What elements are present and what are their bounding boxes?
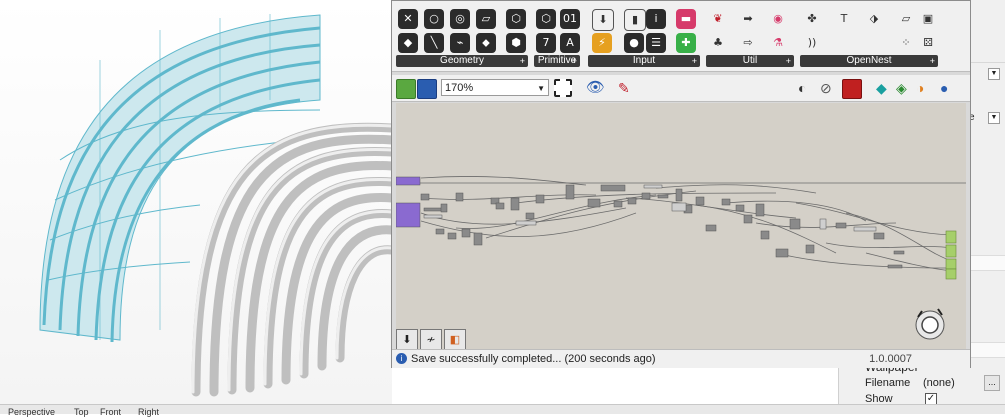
toolbar-group-label[interactable]: Geometry + [396, 55, 528, 67]
text-tag-icon[interactable]: T [834, 9, 854, 29]
graph-mapper-icon[interactable]: ⚡ [592, 33, 612, 53]
material-icon[interactable]: ◑ [916, 79, 934, 97]
status-bar: i Save successfully completed... (200 se… [392, 349, 970, 368]
dice-icon[interactable]: ⚄ [918, 33, 938, 53]
component-nodes [396, 176, 905, 269]
point-icon[interactable]: ✕ [398, 9, 418, 29]
gradient-icon[interactable]: ✚ [676, 33, 696, 53]
version-label: 1.0.0007 [869, 353, 912, 365]
toolbar-group-primitive: ⬡ 01 7 A Primitive + [534, 7, 580, 67]
boolean-icon[interactable]: ⬡ [536, 9, 556, 29]
toolbar-group-util: ❦ ➡ ◉ ♣ ⇨ ⚗ Util + [706, 7, 794, 67]
zoom-dropdown[interactable]: 170% ▼ [441, 79, 549, 96]
toolbar-group-opennest: ✤ T ⬗ ▱ ▣ )) ⁘ ⚄ OpenNest + [800, 7, 938, 67]
filename-label: Filename [865, 377, 911, 389]
output-nodes [945, 230, 957, 280]
polyline-icon[interactable]: ⌁ [450, 33, 470, 53]
tab-right[interactable]: Right [138, 406, 159, 418]
eraser-icon[interactable]: ◧ [444, 329, 466, 351]
expand-icon: + [929, 56, 935, 66]
circle-icon[interactable]: ○ [424, 9, 444, 29]
node-graph [396, 176, 966, 340]
data-input-icon[interactable]: ⬇ [592, 9, 614, 31]
canvas-toolbar: 170% ▼ 👁 ✎ ◐ ⊘ ◆ ◈ ◑ ● [392, 75, 970, 102]
toolbar-group-label[interactable]: OpenNest + [800, 55, 938, 67]
mesh-icon[interactable]: ⬥ [476, 33, 496, 53]
panel-icon[interactable]: i [646, 9, 666, 29]
tab-perspective[interactable]: Perspective [8, 406, 55, 418]
flask-icon[interactable]: ⚗ [768, 33, 788, 53]
expand-icon: + [691, 56, 697, 66]
info-icon: i [396, 353, 407, 364]
group-label-text: Geometry [440, 55, 484, 66]
text-icon[interactable]: A [560, 33, 580, 53]
group-label-text: Input [632, 55, 656, 66]
value-list-icon[interactable]: ☰ [646, 33, 666, 53]
tab-top[interactable]: Top [74, 406, 89, 418]
button-icon[interactable]: ▮ [624, 9, 646, 31]
grasshopper-canvas[interactable] [396, 103, 966, 349]
cluster-icon[interactable]: ♣ [708, 33, 728, 53]
curve-icon[interactable]: ◎ [450, 9, 470, 29]
viewport-render [0, 0, 392, 406]
save-icon[interactable] [417, 79, 437, 99]
circles-icon[interactable]: ⁘ [896, 33, 916, 53]
toolbar-group-geometry: ✕ ○ ◎ ▱ ⬡ ◆ ╲ ⌁ ⬥ ⬢ Geometry + [396, 7, 528, 67]
preview-eye-icon[interactable]: 👁 [586, 79, 605, 97]
group-label-text: OpenNest [846, 55, 892, 66]
download-icon[interactable]: ⬇ [396, 329, 418, 351]
slider-icon[interactable]: ▬ [676, 9, 696, 29]
toggle-icon[interactable]: ● [624, 33, 644, 53]
box-icon[interactable]: ▣ [918, 9, 938, 29]
data-dam-icon[interactable]: ➡ [738, 9, 758, 29]
navigation-compass [915, 308, 945, 340]
filename-value: (none) [923, 377, 955, 389]
nest-icon[interactable]: ✤ [802, 9, 822, 29]
number-icon[interactable]: 7 [536, 33, 556, 53]
selected-preview-icon[interactable]: ◈ [896, 79, 914, 97]
brep-icon[interactable]: ⬡ [506, 9, 526, 29]
toolbar-group-label[interactable]: Primitive + [534, 55, 580, 67]
plane-icon[interactable]: ◆ [398, 33, 418, 53]
sketch-tool-icon[interactable]: ≁ [420, 329, 442, 351]
expand-icon: + [785, 56, 791, 66]
expand-icon: + [519, 56, 525, 66]
arrow-out-icon[interactable]: ⇨ [738, 33, 758, 53]
group-label-text: Util [742, 55, 758, 66]
zoom-value: 170% [445, 82, 474, 94]
integer-icon[interactable]: 01 [560, 9, 580, 29]
sheet-icon[interactable]: ▱ [896, 9, 916, 29]
browse-filename-button[interactable]: ... [984, 375, 1000, 391]
expand-icon: + [571, 56, 577, 66]
toolbar-group-input: ⬇ ▮ i ▬ ⚡ ● ☰ ✚ Input + [588, 7, 700, 67]
chevron-down-icon: ▼ [537, 84, 545, 93]
open-folder-icon[interactable] [396, 79, 416, 99]
toolbar-group-label[interactable]: Util + [706, 55, 794, 67]
bake-icon[interactable]: ◆ [876, 79, 894, 97]
panel-dropdown-arrow-1[interactable]: ▼ [988, 68, 1000, 80]
tab-front[interactable]: Front [100, 406, 121, 418]
canvas-corner-tools: ⬇ ≁ ◧ [396, 329, 468, 351]
cherry-picker-icon[interactable]: ❦ [708, 9, 728, 29]
shaded-icon[interactable] [842, 79, 862, 99]
zoom-extents-icon[interactable] [554, 79, 572, 97]
signal-icon[interactable]: )) [802, 33, 822, 53]
trigger-icon[interactable]: ◉ [768, 9, 788, 29]
group-label-text: Primitive [537, 55, 577, 66]
geometry-icon[interactable]: ⬢ [506, 33, 526, 53]
solver-icon[interactable]: ● [940, 79, 958, 97]
sketch-icon[interactable]: ✎ [618, 79, 636, 97]
panel-dropdown-arrow-2[interactable]: ▼ [988, 112, 1000, 124]
status-message: Save successfully completed... (200 seco… [411, 353, 656, 365]
line-icon[interactable]: ╲ [424, 33, 444, 53]
wireframe-icon[interactable]: ⊘ [820, 79, 838, 97]
component-toolbar: ✕ ○ ◎ ▱ ⬡ ◆ ╲ ⌁ ⬥ ⬢ Geometry + ⬡ 01 7 A P… [392, 1, 970, 72]
grasshopper-window: ✕ ○ ◎ ▱ ⬡ ◆ ╲ ⌁ ⬥ ⬢ Geometry + ⬡ 01 7 A P… [391, 0, 971, 368]
rhino-viewport[interactable] [0, 0, 392, 406]
tag-icon[interactable]: ⬗ [864, 9, 884, 29]
preview-mode-icon[interactable]: ◐ [798, 79, 816, 97]
surface-icon[interactable]: ▱ [476, 9, 496, 29]
toolbar-group-label[interactable]: Input + [588, 55, 700, 67]
